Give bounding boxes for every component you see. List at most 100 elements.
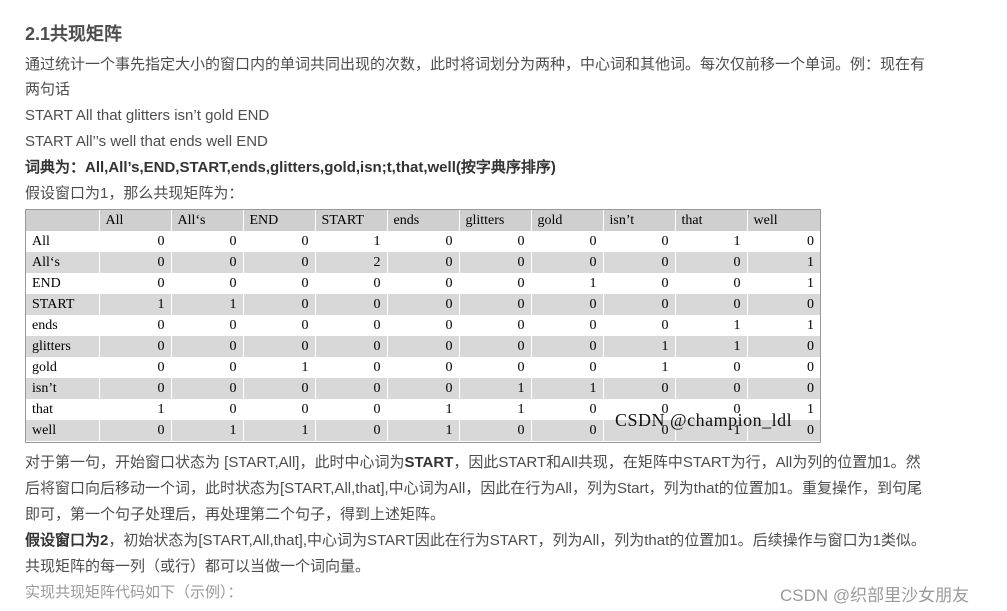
- matrix-row: END 0 0 0 0 0 0 1 0 0 1: [26, 273, 820, 294]
- matrix-cell: 0: [314, 399, 387, 420]
- matrix-cell: 0: [530, 252, 603, 273]
- matrix-cell: 0: [242, 336, 315, 357]
- matrix-cell: 0: [242, 315, 315, 336]
- matrix-row-label: END: [32, 275, 61, 291]
- matrix-column-header: isn’t: [602, 210, 675, 231]
- matrix-cell: 1: [746, 252, 820, 273]
- matrix-cell: 0: [386, 294, 459, 315]
- matrix-cell: 1: [386, 420, 459, 441]
- matrix-cell: 1: [386, 399, 459, 420]
- matrix-column-header: well: [746, 210, 820, 231]
- matrix-cell: 1: [98, 399, 171, 420]
- matrix-cell: 0: [314, 378, 387, 399]
- matrix-cell: 0: [98, 231, 171, 252]
- intro-line-2: 两句话: [25, 81, 71, 98]
- matrix-cell: 0: [602, 252, 675, 273]
- intro-line-1: 通过统计一个事先指定大小的窗口内的单词共同出现的次数，此时将词划分为两种，中心词…: [25, 56, 926, 73]
- matrix-cell: 0: [170, 231, 243, 252]
- matrix-cell: 1: [746, 273, 820, 294]
- matrix-cell: 0: [530, 420, 603, 441]
- matrix-cell: 0: [242, 273, 315, 294]
- matrix-cell: 1: [530, 378, 603, 399]
- matrix-cell: 0: [170, 252, 243, 273]
- matrix-cell: 0: [386, 357, 459, 378]
- dictionary-line: 词典为：All,All’s,END,START,ends,glitters,go…: [25, 159, 556, 176]
- matrix-cell: 0: [386, 336, 459, 357]
- matrix-cell: 0: [458, 420, 531, 441]
- matrix-row-label: ends: [32, 317, 58, 333]
- matrix-cell: 2: [314, 252, 387, 273]
- matrix-cell: 0: [674, 378, 747, 399]
- matrix-cell: 0: [530, 357, 603, 378]
- matrix-column-header: glitters: [458, 210, 531, 231]
- matrix-corner-cell: [26, 210, 99, 231]
- matrix-row-label: that: [32, 401, 53, 417]
- matrix-row: START 1 1 0 0 0 0 0 0 0 0: [26, 294, 820, 315]
- matrix-column-header: END: [242, 210, 315, 231]
- matrix-cell: 1: [674, 231, 747, 252]
- matrix-cell: 0: [98, 378, 171, 399]
- paragraph-1-line-3: 即可，第一个句子处理后，再处理第二个句子，得到上述矩阵。: [25, 506, 446, 523]
- matrix-cell: 0: [386, 252, 459, 273]
- matrix-cell: 0: [314, 273, 387, 294]
- page-watermark: CSDN @织部里沙女朋友: [780, 586, 970, 605]
- matrix-row: gold 0 0 1 0 0 0 0 1 0 0: [26, 357, 820, 378]
- matrix-cell: 0: [530, 315, 603, 336]
- matrix-cell: 1: [170, 294, 243, 315]
- matrix-cell: 1: [314, 231, 387, 252]
- matrix-cell: 0: [314, 357, 387, 378]
- paragraph-2-text: ，初始状态为[START,All,that],中心词为START因此在行为STA…: [108, 532, 926, 549]
- matrix-cell: 0: [242, 399, 315, 420]
- matrix-row-label: All‘s: [26, 252, 99, 273]
- matrix-cell: 0: [170, 399, 243, 420]
- matrix-cell: 0: [530, 294, 603, 315]
- matrix-cell: 0: [530, 336, 603, 357]
- matrix-column-header: START: [314, 210, 387, 231]
- matrix-cell: 1: [98, 294, 171, 315]
- matrix-row-label: glitters: [26, 336, 99, 357]
- matrix-cell: 1: [242, 420, 315, 441]
- paragraph-1-text-b: ，因此START和All共现，在矩阵中START为行，All为列的位置加1。然: [453, 454, 921, 471]
- matrix-cell: 1: [602, 357, 675, 378]
- code-intro: 实现共现矩阵代码如下（示例）：: [25, 584, 243, 601]
- matrix-cell: 0: [458, 357, 531, 378]
- section-heading: 2.1共现矩阵: [25, 24, 123, 44]
- matrix-cell: 0: [602, 294, 675, 315]
- matrix-cell: 0: [602, 231, 675, 252]
- matrix-row-label: gold: [32, 359, 57, 375]
- matrix-row: All 0 0 0 1 0 0 0 0 1 0: [26, 231, 820, 252]
- matrix-cell: 0: [314, 315, 387, 336]
- matrix-cell: 0: [458, 273, 531, 294]
- matrix-cell: 1: [242, 357, 315, 378]
- matrix-cell: 0: [458, 294, 531, 315]
- window-intro: 假设窗口为1，那么共现矩阵为：: [25, 185, 244, 202]
- matrix-row: glitters 0 0 0 0 0 0 0 1 1 0: [26, 336, 820, 357]
- matrix-cell: 0: [314, 294, 387, 315]
- matrix-cell: 0: [458, 336, 531, 357]
- matrix-cell: 0: [746, 231, 820, 252]
- matrix-cell: 0: [458, 252, 531, 273]
- matrix-cell: 0: [170, 273, 243, 294]
- matrix-cell: 0: [746, 378, 820, 399]
- paragraph-2-bold: 假设窗口为2: [25, 532, 109, 549]
- matrix-cell: 0: [386, 378, 459, 399]
- matrix-cell: 0: [170, 378, 243, 399]
- matrix-cell: 1: [602, 336, 675, 357]
- matrix-row: All‘s 0 0 0 2 0 0 0 0 0 1: [26, 252, 820, 273]
- matrix-cell: 0: [314, 420, 387, 441]
- paragraph-1-text-a: 对于第一句，开始窗口状态为 [START,All]，此时中心词为: [25, 454, 405, 471]
- matrix-cell: 0: [674, 273, 747, 294]
- matrix-cell: 1: [458, 399, 531, 420]
- matrix-cell: 0: [98, 252, 171, 273]
- matrix-cell: 0: [602, 273, 675, 294]
- matrix-cell: 0: [674, 294, 747, 315]
- matrix-cell: 0: [98, 336, 171, 357]
- matrix-cell: 0: [746, 294, 820, 315]
- matrix-column-header: gold: [530, 210, 603, 231]
- matrix-cell: 0: [386, 273, 459, 294]
- paragraph-1-line-1: 对于第一句，开始窗口状态为 [START,All]，此时中心词为START，因此…: [25, 450, 921, 476]
- matrix-row-label: well: [26, 420, 99, 441]
- matrix-cell: 0: [386, 315, 459, 336]
- paragraph-2-line-1: 假设窗口为2，初始状态为[START,All,that],中心词为START因此…: [25, 528, 926, 554]
- matrix-row: isn’t 0 0 0 0 0 1 1 0 0 0: [26, 378, 820, 399]
